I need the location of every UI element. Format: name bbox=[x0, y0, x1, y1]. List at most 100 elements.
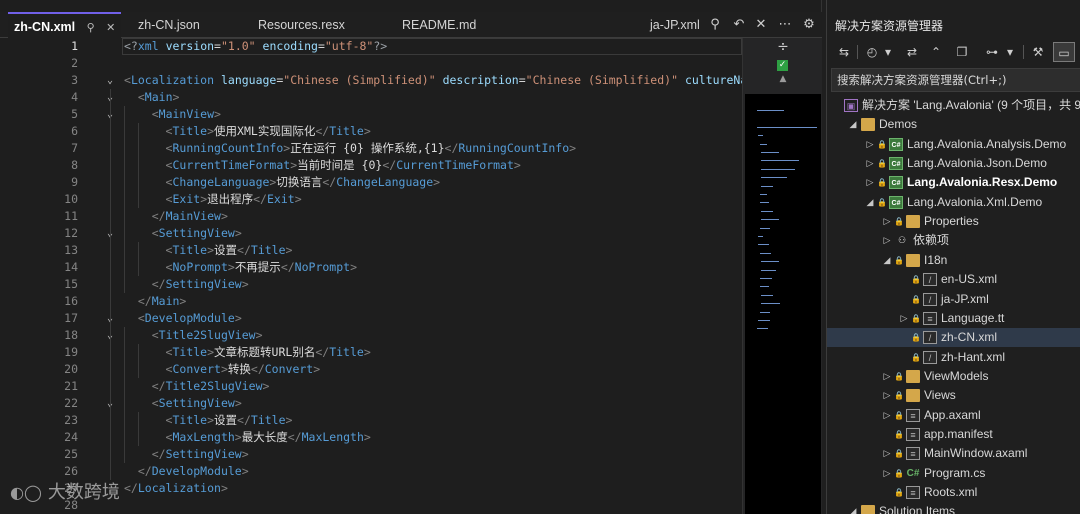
tree-node[interactable]: ▷ 🔒 C# Lang.Avalonia.Analysis.Demo bbox=[827, 135, 1080, 154]
code-line[interactable]: 7 <RunningCountInfo>正在运行 {0} 操作系统,{1}</R… bbox=[0, 140, 742, 157]
source-control-lock-icon: 🔒 bbox=[894, 449, 904, 459]
tree-node[interactable]: ◢ 🔒 C# Lang.Avalonia.Xml.Demo bbox=[827, 193, 1080, 212]
split-window-icon[interactable]: ÷ bbox=[743, 38, 823, 58]
tree-node[interactable]: ▷ 🔒 C# Program.cs bbox=[827, 464, 1080, 483]
collapsed-arrow-icon[interactable]: ▷ bbox=[882, 367, 892, 386]
tree-node[interactable]: ▷ 🔒 ≡ Language.tt bbox=[827, 309, 1080, 328]
tree-node-label: Solution Items bbox=[879, 504, 956, 514]
search-input[interactable]: 搜索解决方案资源管理器(Ctrl+;) bbox=[831, 68, 1080, 92]
code-text: </SettingView> bbox=[151, 277, 249, 291]
chevron-down-icon[interactable]: ▾ bbox=[1001, 42, 1019, 62]
expanded-arrow-icon[interactable]: ◢ bbox=[865, 193, 875, 212]
tree-node[interactable]: 🔒 ≡ Roots.xml bbox=[827, 483, 1080, 502]
expanded-arrow-icon[interactable]: ◢ bbox=[848, 115, 858, 134]
more-icon[interactable]: ⋯ bbox=[776, 12, 794, 38]
code-line[interactable]: 9 <ChangeLanguage>切换语言</ChangeLanguage> bbox=[0, 174, 742, 191]
tree-node[interactable]: ▷ 🔒 Properties bbox=[827, 212, 1080, 231]
copy-icon[interactable]: ❐ bbox=[953, 42, 971, 62]
tree-node[interactable]: 🔒 / en-US.xml bbox=[827, 270, 1080, 289]
tree-node[interactable]: 🔒 / zh-CN.xml bbox=[827, 328, 1080, 348]
gear-icon[interactable]: ⚙ bbox=[800, 12, 818, 38]
collapse-all-icon[interactable]: ⌃ bbox=[927, 42, 945, 62]
collapsed-arrow-icon[interactable]: ▷ bbox=[882, 386, 892, 405]
code-text: <Title>设置</Title> bbox=[165, 243, 293, 257]
folder-icon bbox=[906, 253, 920, 267]
tree-node[interactable]: ▷ 🔒 C# Lang.Avalonia.Json.Demo bbox=[827, 154, 1080, 173]
expanded-arrow-icon[interactable]: ◢ bbox=[848, 502, 858, 514]
code-text: </MainView> bbox=[151, 209, 228, 223]
close-icon[interactable]: ✕ bbox=[106, 22, 115, 34]
collapsed-arrow-icon[interactable]: ▷ bbox=[865, 135, 875, 154]
code-line[interactable]: 18⌄ <Title2SlugView> bbox=[0, 327, 742, 344]
code-line[interactable]: 14 <NoPrompt>不再提示</NoPrompt> bbox=[0, 259, 742, 276]
code-line[interactable]: 4⌄ <Main> bbox=[0, 89, 742, 106]
code-line[interactable]: 23 <Title>设置</Title> bbox=[0, 412, 742, 429]
code-line[interactable]: 22⌄ <SettingView> bbox=[0, 395, 742, 412]
tree-node[interactable]: 🔒 / ja-JP.xml bbox=[827, 290, 1080, 309]
tree-node[interactable]: ▷ 🔒 Views bbox=[827, 386, 1080, 405]
tree-node[interactable]: ◢ Solution Items bbox=[827, 502, 1080, 514]
code-line[interactable]: 10 <Exit>退出程序</Exit> bbox=[0, 191, 742, 208]
back-arrow-icon[interactable]: ↶ bbox=[730, 12, 748, 38]
code-area[interactable]: 1 <?xml version="1.0" encoding="utf-8"?> 2… bbox=[0, 38, 742, 514]
tree-node[interactable]: ▷ 🔒 C# Lang.Avalonia.Resx.Demo bbox=[827, 173, 1080, 192]
source-control-lock-icon: 🔒 bbox=[877, 159, 887, 169]
tree-node[interactable]: ◢ 🔒 I18n bbox=[827, 251, 1080, 270]
code-line[interactable]: 6 <Title>使用XML实现国际化</Title> bbox=[0, 123, 742, 140]
code-line[interactable]: 24 <MaxLength>最大长度</MaxLength> bbox=[0, 429, 742, 446]
fold-chevron-icon[interactable]: ⌄ bbox=[104, 72, 116, 89]
collapsed-arrow-icon[interactable]: ▷ bbox=[882, 231, 892, 250]
tab-zh-cn-xml[interactable]: zh-CN.xml ⚲ ✕ bbox=[8, 12, 122, 38]
tree-node[interactable]: ▷ 🔒 ≡ MainWindow.axaml bbox=[827, 444, 1080, 463]
collapsed-arrow-icon[interactable]: ▷ bbox=[899, 309, 909, 328]
scroll-up-icon[interactable]: ▲ bbox=[743, 74, 823, 88]
tree-node[interactable]: ◢ Demos bbox=[827, 115, 1080, 134]
swap-icon[interactable]: ⇄ bbox=[903, 42, 921, 62]
wrench-icon[interactable]: ⚒ bbox=[1029, 42, 1047, 62]
filter-icon[interactable]: ⊶ bbox=[983, 42, 1001, 62]
tab-ja-jp-xml[interactable]: ja-JP.xml bbox=[650, 12, 700, 38]
code-line[interactable]: 20 <Convert>转换</Convert> bbox=[0, 361, 742, 378]
tab-resources-resx[interactable]: Resources.resx bbox=[258, 12, 345, 38]
code-line[interactable]: 21 </Title2SlugView> bbox=[0, 378, 742, 395]
preview-icon[interactable]: ▭ bbox=[1053, 42, 1075, 62]
line-number: 15 bbox=[64, 277, 78, 291]
tab-readme-md[interactable]: README.md bbox=[402, 12, 476, 38]
pin-icon[interactable]: ⚲ bbox=[706, 12, 724, 38]
code-line[interactable]: 12⌄ <SettingView> bbox=[0, 225, 742, 242]
folder-icon bbox=[861, 505, 875, 514]
line-number: 3 bbox=[71, 73, 78, 87]
code-line[interactable]: 1 <?xml version="1.0" encoding="utf-8"?> bbox=[0, 38, 742, 55]
tree-node[interactable]: ▣ 解决方案 'Lang.Avalonia' (9 个项目，共 9 bbox=[827, 96, 1080, 115]
chevron-down-icon[interactable]: ▾ bbox=[879, 42, 897, 62]
code-line[interactable]: 3 ⌄ <Localization language="Chinese (Simpl… bbox=[0, 72, 742, 89]
tab-zh-cn-json[interactable]: zh-CN.json bbox=[138, 12, 200, 38]
collapsed-arrow-icon[interactable]: ▷ bbox=[882, 464, 892, 483]
sync-icon[interactable]: ⇆ bbox=[835, 42, 853, 62]
code-line[interactable]: 19 <Title>文章标题转URL别名</Title> bbox=[0, 344, 742, 361]
collapsed-arrow-icon[interactable]: ▷ bbox=[865, 154, 875, 173]
expanded-arrow-icon[interactable]: ◢ bbox=[882, 251, 892, 270]
tree-node[interactable]: 🔒 / zh-Hant.xml bbox=[827, 348, 1080, 367]
code-line[interactable]: 16 </Main> bbox=[0, 293, 742, 310]
tree-node[interactable]: ▷ ⚇ 依赖项 bbox=[827, 231, 1080, 250]
code-line[interactable]: 25 </SettingView> bbox=[0, 446, 742, 463]
collapsed-arrow-icon[interactable]: ▷ bbox=[865, 173, 875, 192]
tree-node[interactable]: ▷ 🔒 ViewModels bbox=[827, 367, 1080, 386]
collapsed-arrow-icon[interactable]: ▷ bbox=[882, 406, 892, 425]
code-line[interactable]: 11 </MainView> bbox=[0, 208, 742, 225]
code-line[interactable]: 17⌄ <DevelopModule> bbox=[0, 310, 742, 327]
code-line[interactable]: 5⌄ <MainView> bbox=[0, 106, 742, 123]
pin-icon[interactable]: ⚲ bbox=[87, 22, 95, 34]
collapsed-arrow-icon[interactable]: ▷ bbox=[882, 212, 892, 231]
code-line[interactable]: 2 bbox=[0, 55, 742, 72]
source-control-lock-icon: 🔒 bbox=[894, 429, 904, 439]
tree-node[interactable]: ▷ 🔒 ≡ App.axaml bbox=[827, 406, 1080, 425]
tree-node[interactable]: 🔒 ≡ app.manifest bbox=[827, 425, 1080, 444]
code-minimap[interactable] bbox=[745, 94, 821, 514]
close-icon[interactable]: ✕ bbox=[752, 12, 770, 38]
code-line[interactable]: 13 <Title>设置</Title> bbox=[0, 242, 742, 259]
collapsed-arrow-icon[interactable]: ▷ bbox=[882, 444, 892, 463]
code-line[interactable]: 8 <CurrentTimeFormat>当前时间是 {0}</CurrentT… bbox=[0, 157, 742, 174]
code-line[interactable]: 15 </SettingView> bbox=[0, 276, 742, 293]
